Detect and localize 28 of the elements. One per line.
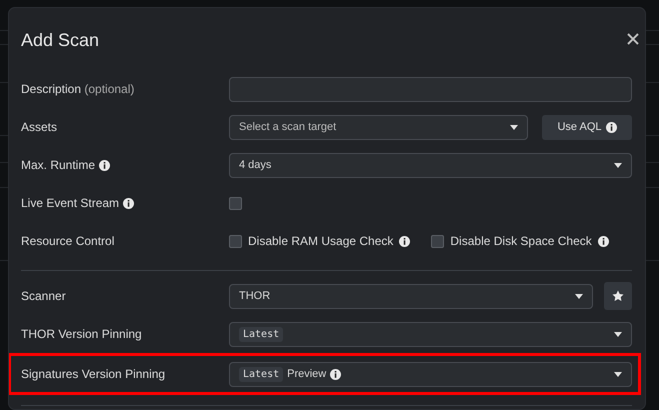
star-icon: [612, 290, 624, 302]
checkbox[interactable]: [431, 234, 444, 248]
field-label: THOR Version Pinning: [21, 327, 142, 341]
field-label: Assets: [21, 120, 58, 134]
field-label: Scanner: [21, 289, 66, 303]
description-input[interactable]: [229, 76, 632, 102]
caret-icon: [575, 294, 583, 298]
checkbox[interactable]: [229, 234, 242, 248]
select-field[interactable]: THOR: [229, 284, 593, 308]
field-label: Live Event Stream: [21, 196, 120, 210]
checkbox-label: Disable Disk Space Check: [450, 234, 592, 248]
use-aql-button[interactable]: Use AQL: [542, 114, 632, 140]
caret-icon: [510, 124, 518, 130]
checkbox[interactable]: [229, 196, 242, 210]
caret-icon: [614, 372, 622, 376]
close-icon[interactable]: [627, 33, 639, 45]
checkbox-label: Disable RAM Usage Check: [248, 234, 394, 248]
field-label: Signatures Version Pinning: [21, 367, 166, 381]
field-label: Max. Runtime: [21, 158, 96, 172]
field-label: Resource Control: [21, 234, 114, 248]
select-field[interactable]: Select a scan target: [229, 114, 528, 140]
dialog-title: Add Scan: [21, 28, 100, 50]
favorite-button[interactable]: [604, 282, 632, 310]
select-field[interactable]: 4 days: [229, 152, 632, 178]
field-label: Description (optional): [21, 82, 134, 96]
caret-icon: [614, 332, 622, 336]
select-field[interactable]: Latest Preview: [229, 362, 632, 386]
select-field[interactable]: Latest: [229, 322, 632, 346]
